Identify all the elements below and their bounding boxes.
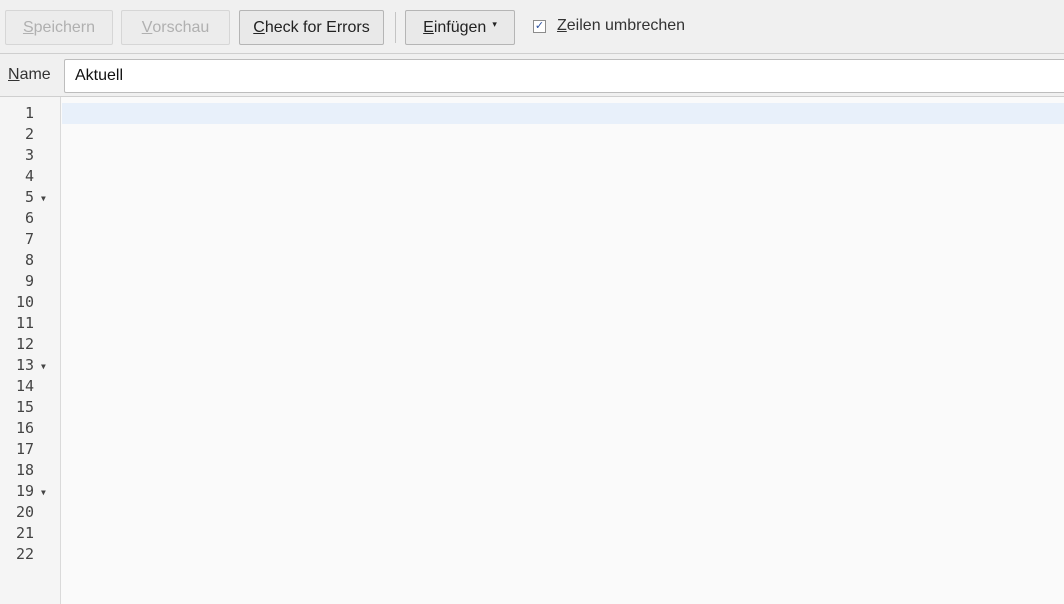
line-number-row: 12 xyxy=(0,334,60,355)
line-number: 10 xyxy=(15,293,34,311)
line-number: 18 xyxy=(15,461,34,479)
preview-accesskey: V xyxy=(141,18,153,36)
preview-button[interactable]: Vorschau xyxy=(121,10,230,45)
line-number-row: 6 xyxy=(0,208,60,229)
insert-accesskey: E xyxy=(423,18,434,36)
name-label-rest: ame xyxy=(19,66,51,83)
line-number-row: 22 xyxy=(0,544,60,565)
fold-arrow-icon[interactable]: ▼ xyxy=(41,482,46,503)
line-number: 1 xyxy=(24,104,34,122)
line-number: 5 xyxy=(24,188,34,206)
line-number: 2 xyxy=(24,125,34,143)
check-label-rest: heck for Errors xyxy=(264,18,370,36)
line-number: 9 xyxy=(24,272,34,290)
name-accesskey: N xyxy=(8,66,20,83)
line-number: 17 xyxy=(15,440,34,458)
check-accesskey: C xyxy=(253,18,265,36)
active-line-highlight xyxy=(62,103,1064,124)
toolbar: Speichern Vorschau Check for Errors Einf… xyxy=(0,0,1064,54)
line-number-gutter: 1 2 3 4 5 ▼ 6 7 8 9 10 11 12 13 ▼ 14 15 16 17 18 19 ▼ 20 21 22 xyxy=(0,97,61,604)
line-number-row: 17 xyxy=(0,439,60,460)
line-number-row: 14 xyxy=(0,376,60,397)
line-number-row: 2 xyxy=(0,124,60,145)
line-number-row: 11 xyxy=(0,313,60,334)
line-number-row: 10 xyxy=(0,292,60,313)
save-label-rest: peichern xyxy=(33,18,96,36)
line-number: 12 xyxy=(15,335,34,353)
line-number: 11 xyxy=(15,314,34,332)
line-number: 14 xyxy=(15,377,34,395)
line-number-row: 5 ▼ xyxy=(0,187,60,208)
line-number-row: 16 xyxy=(0,418,60,439)
line-number-row: 7 xyxy=(0,229,60,250)
preview-label-rest: orschau xyxy=(152,18,210,36)
line-number-row: 1 xyxy=(0,103,60,124)
line-number: 19 xyxy=(15,482,34,500)
line-number-row: 18 xyxy=(0,460,60,481)
line-number: 3 xyxy=(24,146,34,164)
line-number: 22 xyxy=(15,545,34,563)
name-input[interactable] xyxy=(64,59,1064,93)
save-button[interactable]: Speichern xyxy=(5,10,113,45)
toolbar-separator xyxy=(395,12,396,43)
checkmark-icon: ✓ xyxy=(534,20,545,32)
line-number-row: 9 xyxy=(0,271,60,292)
line-number: 21 xyxy=(15,524,34,542)
line-number-row: 8 xyxy=(0,250,60,271)
line-number: 8 xyxy=(24,251,34,269)
line-number: 4 xyxy=(24,167,34,185)
code-editor[interactable]: 1 2 3 4 5 ▼ 6 7 8 9 10 11 12 13 ▼ 14 15 16 17 18 19 ▼ 20 21 22 xyxy=(0,97,1064,604)
name-label: Name xyxy=(8,66,51,84)
line-number-row: 15 xyxy=(0,397,60,418)
fold-arrow-icon[interactable]: ▼ xyxy=(41,356,46,377)
caret-down-icon: ▾ xyxy=(492,19,497,29)
line-number-row: 3 xyxy=(0,145,60,166)
wrap-accesskey: Z xyxy=(557,17,567,34)
line-number-row: 13 ▼ xyxy=(0,355,60,376)
line-number-row: 4 xyxy=(0,166,60,187)
line-number: 7 xyxy=(24,230,34,248)
check-for-errors-button[interactable]: Check for Errors xyxy=(239,10,384,45)
line-number: 20 xyxy=(15,503,34,521)
name-bar: Name xyxy=(0,55,1064,97)
insert-label-rest: infügen xyxy=(433,18,487,36)
wrap-lines-checkbox[interactable]: ✓ xyxy=(533,20,546,33)
line-number-row: 20 xyxy=(0,502,60,523)
code-area[interactable] xyxy=(62,97,1064,604)
line-number-row: 21 xyxy=(0,523,60,544)
wrap-label-rest: eilen umbrechen xyxy=(566,17,686,34)
line-number-row: 19 ▼ xyxy=(0,481,60,502)
line-number: 15 xyxy=(15,398,34,416)
line-number: 16 xyxy=(15,419,34,437)
line-number: 6 xyxy=(24,209,34,227)
wrap-lines-label[interactable]: Zeilen umbrechen xyxy=(557,17,685,35)
line-number: 13 xyxy=(15,356,34,374)
fold-arrow-icon[interactable]: ▼ xyxy=(41,188,46,209)
insert-dropdown-button[interactable]: Einfügen ▾ xyxy=(405,10,515,45)
save-accesskey: S xyxy=(22,18,34,36)
